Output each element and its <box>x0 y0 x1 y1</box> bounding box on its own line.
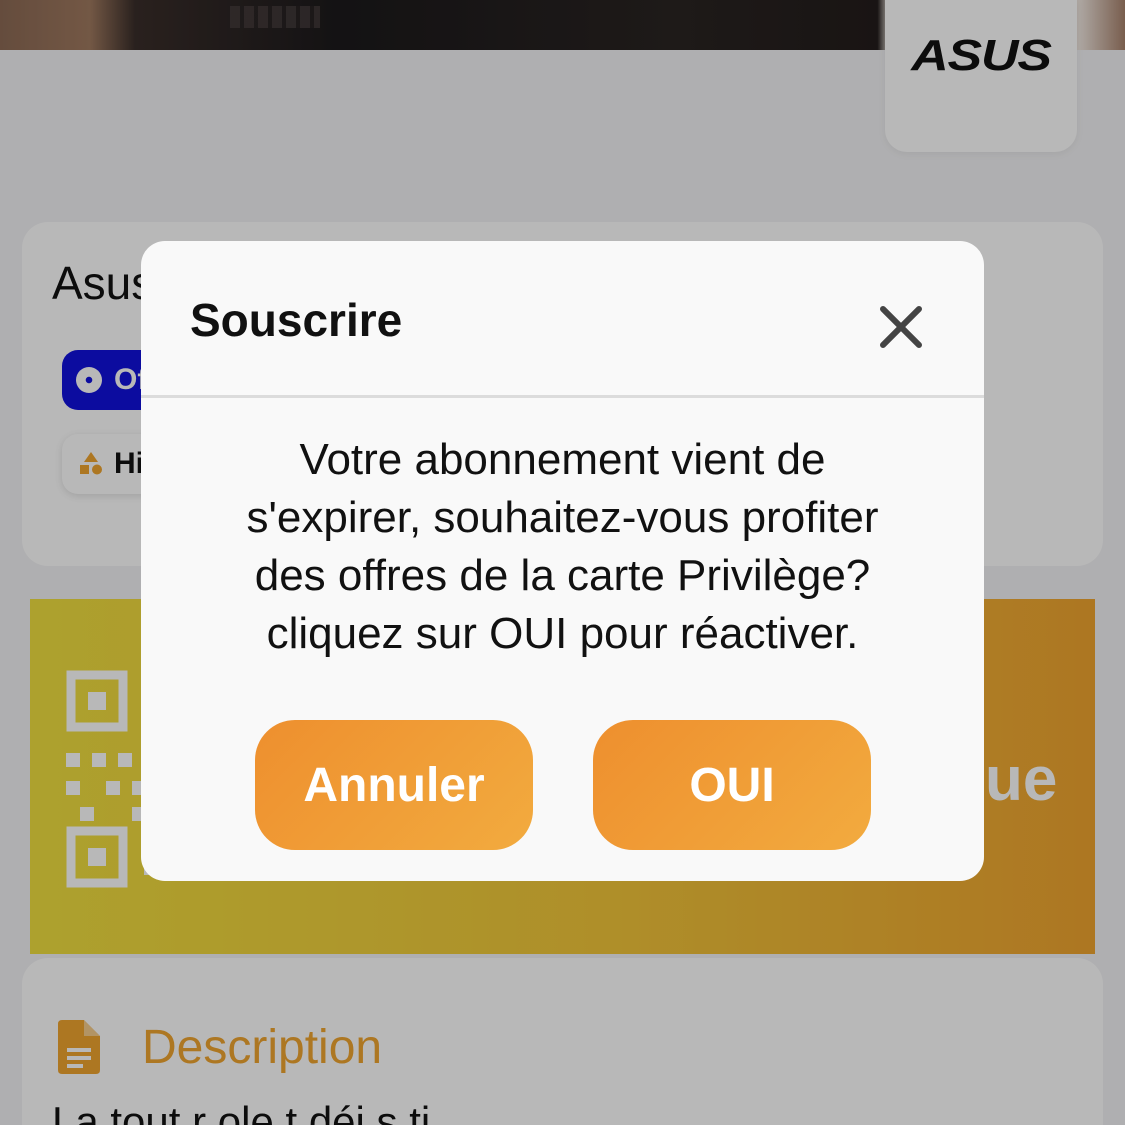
subscribe-dialog: Souscrire Votre abonnement vient de s'ex… <box>141 241 984 881</box>
dialog-message: Votre abonnement vient de s'expirer, sou… <box>181 431 944 663</box>
cancel-button[interactable]: Annuler <box>255 720 533 850</box>
message-line: des offres de la carte Privilège? <box>254 551 871 600</box>
close-icon[interactable] <box>873 299 929 355</box>
message-line: s'expirer, souhaitez-vous profiter <box>246 493 879 542</box>
dialog-title: Souscrire <box>190 294 403 346</box>
confirm-button[interactable]: OUI <box>593 720 871 850</box>
message-line: cliquez sur OUI pour réactiver. <box>266 609 859 658</box>
message-line: Votre abonnement vient de <box>299 435 826 484</box>
product-page: ASUS Asus Of Hi ue Description La tout r… <box>0 0 1125 1125</box>
dialog-header: Souscrire <box>141 241 984 398</box>
